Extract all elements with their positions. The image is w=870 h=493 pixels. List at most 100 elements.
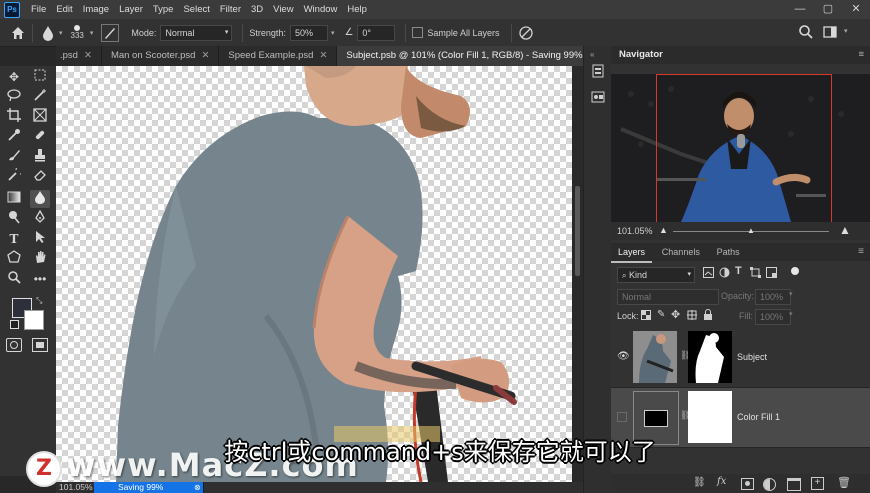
default-colors-icon[interactable] (10, 320, 19, 329)
collapse-panels-icon[interactable]: « (590, 50, 594, 59)
brush-chevron-icon[interactable]: ▾ (90, 29, 94, 37)
navigator-title[interactable]: Navigator (619, 49, 663, 60)
menu-3d[interactable]: 3D (246, 0, 268, 19)
menu-file[interactable]: File (26, 0, 51, 19)
magic-wand-icon[interactable] (30, 88, 50, 106)
strength-chevron-icon[interactable]: ▾ (331, 29, 335, 37)
delete-layer-icon[interactable]: 🗑 (837, 476, 851, 489)
brush-preset-picker[interactable]: 333 (71, 25, 84, 40)
layer-visibility-eye-icon[interactable]: 👁 (617, 351, 630, 362)
vertical-scrollbar[interactable] (572, 66, 583, 482)
eraser-icon[interactable] (30, 168, 50, 186)
lock-all-icon[interactable] (703, 309, 713, 320)
opacity-field[interactable]: 100% (755, 289, 791, 305)
pressure-icon[interactable] (518, 25, 534, 41)
maximize-button[interactable]: ▢ (814, 0, 842, 19)
menu-window[interactable]: Window (299, 0, 343, 19)
photoshop-logo-icon[interactable]: Ps (4, 1, 20, 18)
workspace-chevron-icon[interactable]: ▾ (844, 27, 848, 35)
layer-mask-thumbnail[interactable] (688, 391, 732, 443)
menu-select[interactable]: Select (178, 0, 214, 19)
zoom-out-icon[interactable]: ▲ (659, 225, 668, 235)
home-icon[interactable] (10, 25, 26, 41)
filter-smart-object-icon[interactable] (766, 267, 777, 278)
tab-man-on-scooter[interactable]: Man on Scooter.psd ✕ (102, 46, 220, 66)
filter-pixel-icon[interactable] (703, 267, 714, 278)
filter-kind-dropdown[interactable]: ⌕ Kind ▾ (617, 267, 695, 283)
quick-mask-icon[interactable] (6, 338, 22, 352)
blur-tool-icon[interactable] (41, 25, 55, 41)
fill-chevron-icon[interactable]: ▾ (789, 310, 793, 318)
eyedropper-icon[interactable] (4, 128, 24, 146)
filter-shape-icon[interactable] (750, 267, 761, 278)
tab-channels[interactable]: Channels (655, 243, 707, 261)
new-group-icon[interactable] (787, 478, 801, 491)
link-layers-icon[interactable]: ⛓ (693, 477, 706, 488)
screen-mode-icon[interactable] (32, 338, 48, 352)
menu-help[interactable]: Help (342, 0, 372, 19)
angle-field[interactable]: 0° (357, 24, 396, 41)
navigator-zoom[interactable]: 101.05% (617, 226, 653, 236)
shape-tool-icon[interactable] (4, 250, 24, 268)
sample-all-layers-checkbox[interactable] (412, 27, 424, 38)
history-panel-icon[interactable] (591, 64, 605, 78)
fill-field[interactable]: 100% (755, 309, 791, 325)
background-color-swatch[interactable] (24, 310, 44, 330)
menu-filter[interactable]: Filter (215, 0, 246, 19)
menu-image[interactable]: Image (78, 0, 114, 19)
layer-name[interactable]: Subject (737, 352, 767, 362)
dodge-tool-icon[interactable] (4, 210, 24, 228)
lock-transparent-icon[interactable] (641, 310, 651, 320)
tab-speed-example[interactable]: Speed Example.psd ✕ (219, 46, 338, 66)
zoom-slider-thumb[interactable]: ▲ (747, 226, 755, 235)
crop-tool-icon[interactable] (4, 108, 24, 126)
close-tab-icon[interactable]: ✕ (201, 50, 209, 61)
history-brush-icon[interactable] (4, 165, 25, 186)
menu-view[interactable]: View (268, 0, 298, 19)
navigator-view-box[interactable] (656, 74, 832, 224)
healing-brush-icon[interactable] (30, 128, 50, 146)
marquee-tool-icon[interactable] (30, 68, 50, 86)
lock-position-icon[interactable]: ✥ (671, 308, 680, 321)
zoom-in-icon[interactable]: ▲ (839, 223, 851, 237)
adjustment-layer-icon[interactable] (763, 478, 776, 491)
close-window-button[interactable]: ✕ (842, 0, 870, 19)
lock-pixels-icon[interactable]: ✎ (657, 309, 665, 320)
mode-dropdown[interactable]: Normal ▾ (160, 24, 233, 41)
swap-colors-icon[interactable]: ⤡ (36, 296, 42, 306)
layer-visibility-toggle[interactable] (617, 412, 627, 422)
zoom-tool-icon[interactable] (4, 270, 24, 288)
minimize-button[interactable]: — (786, 0, 814, 19)
workspace-icon[interactable] (822, 24, 838, 40)
type-tool-icon[interactable]: T (4, 230, 24, 248)
new-layer-icon[interactable]: + (811, 477, 824, 490)
gradient-tool-icon[interactable] (4, 190, 24, 208)
blur-tool-icon[interactable] (30, 190, 50, 208)
brush-settings-icon[interactable] (101, 23, 120, 42)
brush-tool-icon[interactable] (4, 148, 24, 166)
filter-adjustment-icon[interactable] (719, 267, 730, 278)
layer-row-subject[interactable]: 👁 ⛓ Subject (611, 328, 870, 388)
blend-mode-dropdown[interactable]: Normal (617, 289, 719, 305)
scroll-thumb[interactable] (575, 186, 580, 276)
clone-stamp-icon[interactable] (30, 148, 50, 166)
filter-toggle-icon[interactable] (791, 267, 799, 275)
tab-paths[interactable]: Paths (710, 243, 747, 261)
navigator-preview[interactable] (611, 74, 870, 224)
menu-layer[interactable]: Layer (114, 0, 148, 19)
frame-tool-icon[interactable] (30, 108, 50, 126)
more-tools-icon[interactable]: ••• (30, 270, 50, 288)
search-icon[interactable] (798, 24, 814, 40)
close-tab-icon[interactable]: ✕ (319, 50, 327, 61)
close-tab-icon[interactable]: ✕ (84, 50, 92, 61)
tool-preset-chevron-icon[interactable]: ▾ (59, 29, 63, 37)
strength-field[interactable]: 50% (289, 24, 328, 41)
properties-panel-icon[interactable] (591, 90, 605, 104)
tab-subject[interactable]: Subject.psb @ 101% (Color Fill 1, RGB/8)… (337, 46, 593, 66)
layer-mask-thumbnail[interactable] (688, 331, 732, 383)
panel-menu-icon[interactable]: ≡ (858, 46, 864, 64)
document-canvas[interactable] (56, 66, 572, 482)
pen-tool-icon[interactable] (30, 209, 50, 228)
lock-artboard-icon[interactable] (687, 310, 697, 320)
move-tool-icon[interactable]: ✥ (4, 68, 24, 86)
